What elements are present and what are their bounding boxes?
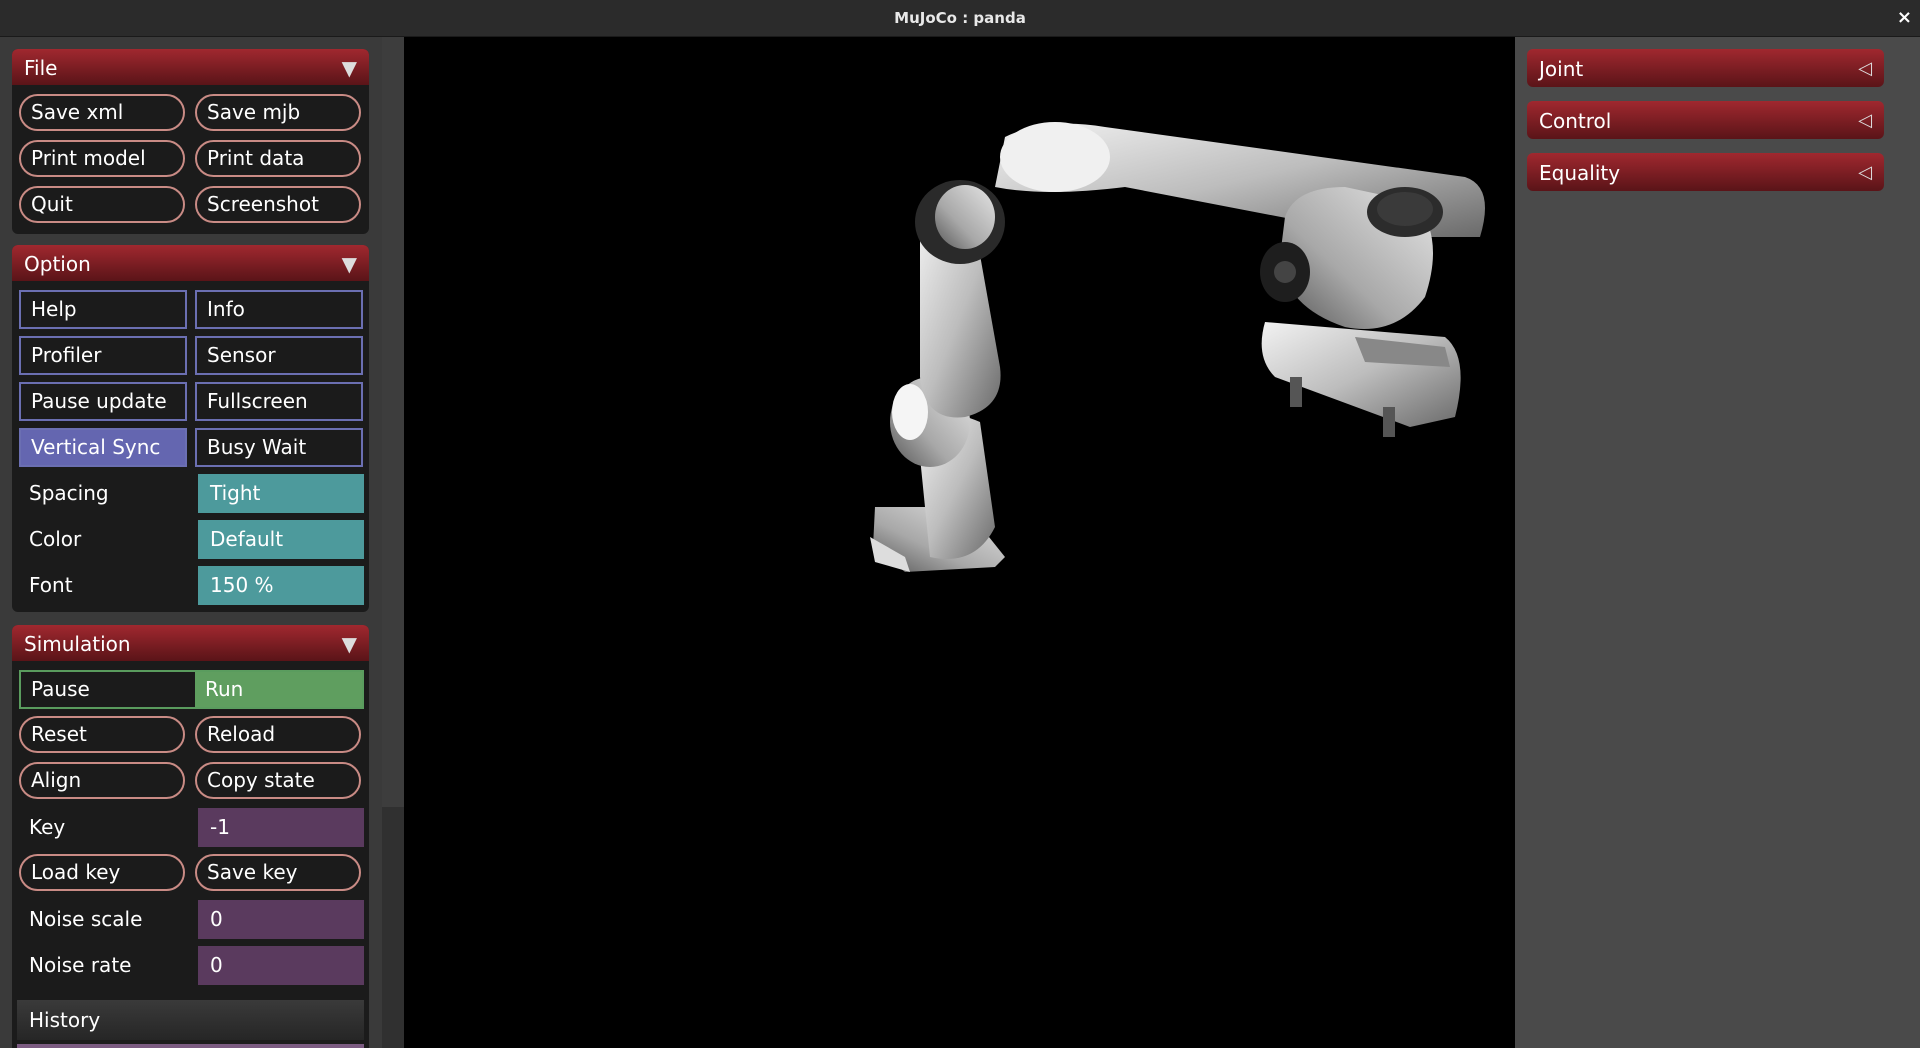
history-header: History (17, 1000, 364, 1040)
triangle-down-icon: ▼ (341, 632, 357, 656)
key-label: Key (29, 815, 66, 839)
print-model-button[interactable]: Print model (19, 140, 185, 177)
run-pause-row: Pause Run (19, 670, 364, 709)
triangle-down-icon: ▼ (341, 252, 357, 276)
noise-scale-field[interactable]: 0 (198, 900, 364, 939)
option-row-4: Vertical Sync Busy Wait (19, 428, 364, 467)
panda-robot-render (870, 122, 1485, 572)
save-mjb-button[interactable]: Save mjb (195, 94, 361, 131)
help-checkbox[interactable]: Help (19, 290, 187, 329)
3d-viewport[interactable] (405, 37, 1515, 1048)
spacing-label: Spacing (29, 481, 109, 505)
spacing-row: Spacing Tight (19, 474, 364, 513)
triangle-down-icon: ▼ (341, 56, 357, 80)
screenshot-button[interactable]: Screenshot (195, 186, 361, 223)
pause-option[interactable]: Pause (21, 672, 195, 707)
noise-scale-row: Noise scale 0 (19, 900, 364, 939)
sim-row-5: Load key Save key (19, 854, 364, 893)
triangle-left-icon: ◁ (1858, 58, 1872, 79)
option-section-header[interactable]: Option ▼ (12, 245, 369, 281)
file-row-2: Print model Print data (19, 140, 364, 179)
control-section-title: Control (1539, 109, 1612, 133)
simulation-section-title: Simulation (24, 632, 131, 656)
simulation-section-header[interactable]: Simulation ▼ (12, 625, 369, 661)
simulation-section: Simulation ▼ Pause Run Reset Reload Alig… (12, 625, 369, 1048)
triangle-left-icon: ◁ (1858, 162, 1872, 183)
vertical-sync-checkbox[interactable]: Vertical Sync (19, 428, 187, 467)
left-ui-panel: File ▼ Save xml Save mjb Print model Pri… (0, 37, 382, 1048)
run-option[interactable]: Run (195, 672, 362, 707)
history-slider[interactable] (17, 1044, 364, 1048)
noise-rate-row: Noise rate 0 (19, 946, 364, 985)
profiler-checkbox[interactable]: Profiler (19, 336, 187, 375)
option-section-title: Option (24, 252, 91, 276)
option-row-3: Pause update Fullscreen (19, 382, 364, 421)
busy-wait-checkbox[interactable]: Busy Wait (195, 428, 363, 467)
file-section: File ▼ Save xml Save mjb Print model Pri… (12, 49, 369, 234)
option-section: Option ▼ Help Info Profiler Sensor Pause… (12, 245, 369, 612)
left-panel-scrollbar[interactable] (382, 37, 404, 1048)
load-key-button[interactable]: Load key (19, 854, 185, 891)
color-label: Color (29, 527, 82, 551)
color-row: Color Default (19, 520, 364, 559)
noise-rate-field[interactable]: 0 (198, 946, 364, 985)
title-bar: MuJoCo : panda × (0, 0, 1920, 37)
save-key-button[interactable]: Save key (195, 854, 361, 891)
equality-section-header[interactable]: Equality ◁ (1527, 153, 1884, 191)
window-title: MuJoCo : panda (894, 9, 1026, 27)
print-data-button[interactable]: Print data (195, 140, 361, 177)
scrollbar-thumb[interactable] (382, 37, 404, 807)
joint-section-title: Joint (1539, 57, 1584, 81)
option-row-1: Help Info (19, 290, 364, 329)
color-select[interactable]: Default (198, 520, 364, 559)
option-row-2: Profiler Sensor (19, 336, 364, 375)
quit-button[interactable]: Quit (19, 186, 185, 223)
key-field[interactable]: -1 (198, 808, 364, 847)
font-label: Font (29, 573, 73, 597)
file-row-1: Save xml Save mjb (19, 94, 364, 133)
noise-scale-label: Noise scale (29, 907, 143, 931)
font-select[interactable]: 150 % (198, 566, 364, 605)
pause-update-checkbox[interactable]: Pause update (19, 382, 187, 421)
copy-state-button[interactable]: Copy state (195, 762, 361, 799)
joint-section-header[interactable]: Joint ◁ (1527, 49, 1884, 87)
fullscreen-checkbox[interactable]: Fullscreen (195, 382, 363, 421)
noise-rate-label: Noise rate (29, 953, 132, 977)
right-ui-panel: Joint ◁ Control ◁ Equality ◁ (1515, 37, 1920, 1048)
align-button[interactable]: Align (19, 762, 185, 799)
key-row: Key -1 (19, 808, 364, 847)
close-icon[interactable]: × (1897, 0, 1912, 36)
reset-button[interactable]: Reset (19, 716, 185, 753)
sim-row-3: Align Copy state (19, 762, 364, 801)
control-section-header[interactable]: Control ◁ (1527, 101, 1884, 139)
save-xml-button[interactable]: Save xml (19, 94, 185, 131)
equality-section-title: Equality (1539, 161, 1621, 185)
font-row: Font 150 % (19, 566, 364, 605)
sim-row-2: Reset Reload (19, 716, 364, 755)
reload-button[interactable]: Reload (195, 716, 361, 753)
file-row-3: Quit Screenshot (19, 186, 364, 225)
sensor-checkbox[interactable]: Sensor (195, 336, 363, 375)
file-section-header[interactable]: File ▼ (12, 49, 369, 85)
spacing-select[interactable]: Tight (198, 474, 364, 513)
file-section-title: File (24, 56, 58, 80)
run-pause-radio: Pause Run (19, 670, 364, 709)
info-checkbox[interactable]: Info (195, 290, 363, 329)
triangle-left-icon: ◁ (1858, 110, 1872, 131)
